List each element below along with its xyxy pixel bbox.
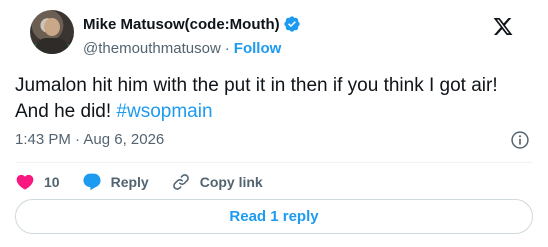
x-logo-icon[interactable] bbox=[492, 16, 514, 37]
link-icon bbox=[172, 174, 189, 190]
tweet-card: Mike Matusow(code:Mouth) @themouthmatuso… bbox=[0, 0, 548, 247]
tweet-header: Mike Matusow(code:Mouth) @themouthmatuso… bbox=[15, 0, 533, 66]
tweet-body: Jumalon hit him with the put it in then … bbox=[15, 75, 498, 122]
tweet-text: Jumalon hit him with the put it in then … bbox=[15, 73, 530, 125]
verified-badge-icon bbox=[283, 16, 300, 32]
reply-bubble-icon bbox=[83, 173, 101, 191]
author-handle-row: @themouthmatusow · Follow bbox=[83, 40, 281, 57]
like-count: 10 bbox=[44, 174, 60, 190]
separator-dot: · bbox=[224, 40, 230, 57]
copy-link-button[interactable]: Copy link bbox=[171, 172, 263, 192]
info-icon[interactable] bbox=[510, 130, 530, 150]
author-handle[interactable]: @themouthmatusow bbox=[83, 40, 221, 57]
heart-icon bbox=[16, 174, 34, 190]
author-name[interactable]: Mike Matusow(code:Mouth) bbox=[83, 16, 280, 33]
reply-action-button[interactable]: Reply bbox=[82, 172, 149, 192]
copy-link-label: Copy link bbox=[199, 174, 263, 190]
follow-button[interactable]: Follow bbox=[234, 40, 282, 57]
author-name-row: Mike Matusow(code:Mouth) bbox=[83, 15, 301, 33]
read-replies-button[interactable]: Read 1 reply bbox=[15, 199, 533, 234]
tweet-timestamp[interactable]: 1:43 PM · Aug 6, 2026 bbox=[15, 131, 164, 148]
divider bbox=[15, 162, 533, 163]
read-replies-label: Read 1 reply bbox=[229, 208, 319, 225]
reply-label: Reply bbox=[110, 174, 149, 190]
avatar[interactable] bbox=[30, 10, 74, 54]
action-bar: 10 Reply Copy link bbox=[15, 170, 285, 194]
hashtag-link[interactable]: #wsopmain bbox=[116, 101, 212, 122]
like-button[interactable]: 10 bbox=[15, 172, 60, 192]
